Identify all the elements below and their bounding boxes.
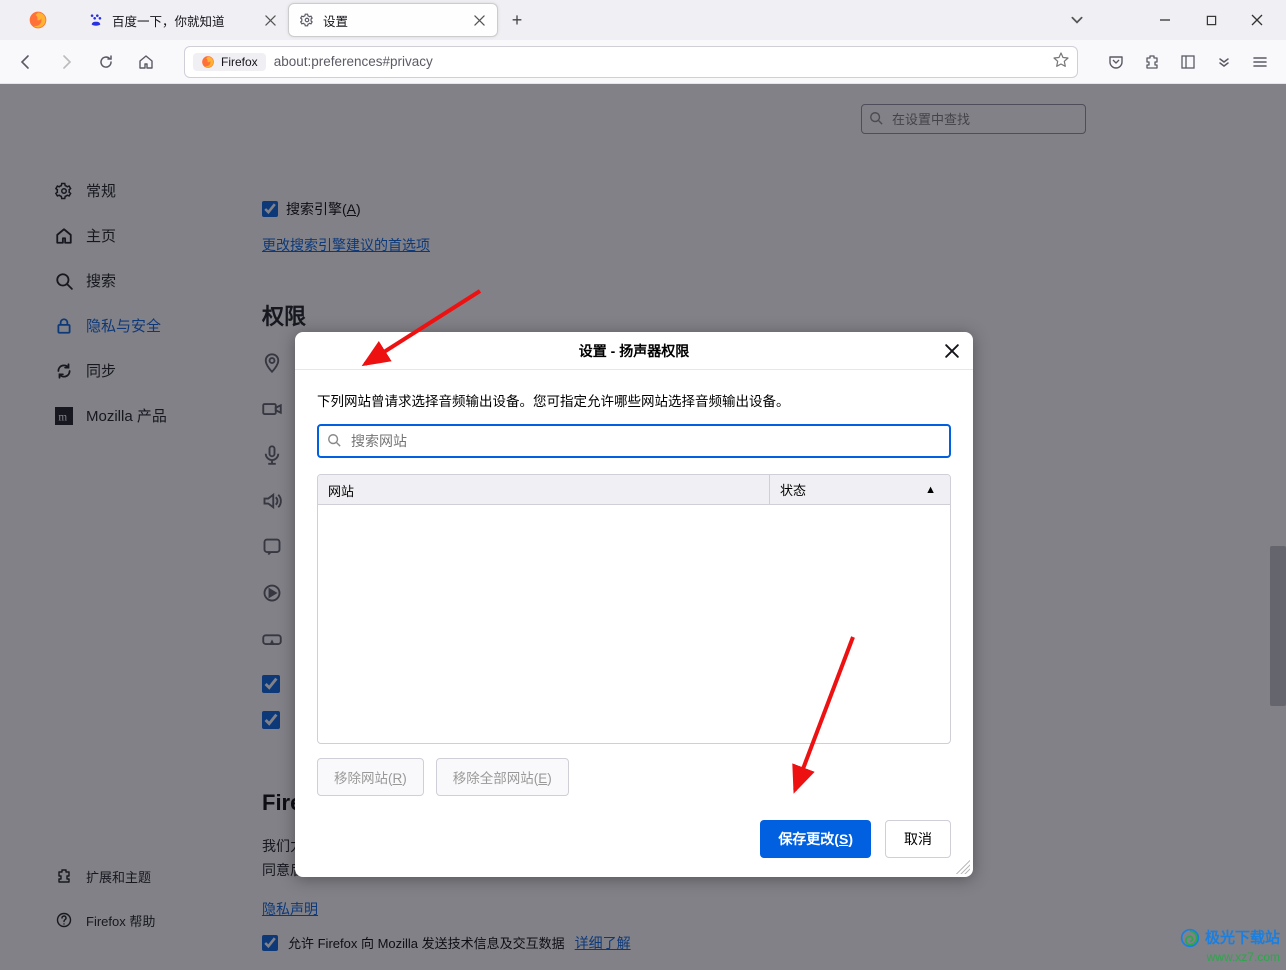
dialog-left-actions: 移除网站(R) 移除全部网站(E) bbox=[317, 758, 951, 796]
dialog-description: 下列网站曾请求选择音频输出设备。您可指定允许哪些网站选择音频输出设备。 bbox=[317, 390, 951, 410]
back-button[interactable] bbox=[10, 46, 42, 78]
extensions-icon[interactable] bbox=[1136, 46, 1168, 78]
tab-baidu[interactable]: 百度一下，你就知道 bbox=[78, 3, 288, 37]
tab-label: 百度一下，你就知道 bbox=[112, 11, 254, 30]
url-text: about:preferences#privacy bbox=[274, 54, 1045, 69]
dialog-close-button[interactable] bbox=[941, 340, 963, 362]
url-bar[interactable]: Firefox about:preferences#privacy bbox=[184, 46, 1078, 78]
pocket-icon[interactable] bbox=[1100, 46, 1132, 78]
dialog-header: 设置 - 扬声器权限 bbox=[295, 332, 973, 370]
maximize-button[interactable] bbox=[1188, 0, 1234, 40]
tab-label: 设置 bbox=[323, 11, 463, 30]
search-icon bbox=[327, 433, 341, 450]
speaker-permissions-dialog: 设置 - 扬声器权限 下列网站曾请求选择音频输出设备。您可指定允许哪些网站选择音… bbox=[295, 332, 973, 877]
minimize-button[interactable] bbox=[1142, 0, 1188, 40]
content-area: 常规 主页 搜索 隐私与安全 同步 m Mozilla 产品 扩展和主题 bbox=[0, 84, 1286, 970]
col-status[interactable]: 状态 ▲ bbox=[770, 475, 950, 504]
forward-button[interactable] bbox=[50, 46, 82, 78]
tabs-dropdown-icon[interactable] bbox=[1062, 5, 1092, 35]
toolbar-right bbox=[1100, 46, 1276, 78]
bookmark-star-icon[interactable] bbox=[1053, 52, 1069, 71]
app-menu-icon[interactable] bbox=[1244, 46, 1276, 78]
home-button[interactable] bbox=[130, 46, 162, 78]
table-header: 网站 状态 ▲ bbox=[318, 475, 950, 505]
resize-grip[interactable] bbox=[956, 860, 970, 874]
dialog-body: 下列网站曾请求选择音频输出设备。您可指定允许哪些网站选择音频输出设备。 网站 状… bbox=[295, 370, 973, 877]
sidebar-toggle-icon[interactable] bbox=[1172, 46, 1204, 78]
sort-arrow-icon: ▲ bbox=[925, 484, 936, 496]
window-controls bbox=[1142, 0, 1286, 40]
tab-settings[interactable]: 设置 bbox=[288, 3, 498, 37]
remove-all-button[interactable]: 移除全部网站(E) bbox=[436, 758, 569, 796]
dialog-title: 设置 - 扬声器权限 bbox=[579, 341, 689, 361]
reload-button[interactable] bbox=[90, 46, 122, 78]
dialog-right-actions: 保存更改(S) 取消 bbox=[760, 820, 951, 858]
tab-close-icon[interactable] bbox=[471, 12, 487, 28]
baidu-favicon-icon bbox=[88, 12, 104, 28]
gear-icon bbox=[299, 12, 315, 28]
close-window-button[interactable] bbox=[1234, 0, 1280, 40]
dialog-search-input[interactable] bbox=[317, 424, 951, 458]
new-tab-button[interactable]: + bbox=[502, 5, 532, 35]
cancel-button[interactable]: 取消 bbox=[885, 820, 951, 858]
save-button[interactable]: 保存更改(S) bbox=[760, 820, 871, 858]
tab-strip: 百度一下，你就知道 设置 + bbox=[78, 0, 1062, 40]
firefox-logo bbox=[20, 2, 56, 38]
col-status-label: 状态 bbox=[780, 480, 806, 499]
identity-label: Firefox bbox=[221, 55, 258, 69]
identity-chip[interactable]: Firefox bbox=[193, 53, 266, 71]
remove-site-button[interactable]: 移除网站(R) bbox=[317, 758, 424, 796]
tab-close-icon[interactable] bbox=[262, 12, 278, 28]
sites-table: 网站 状态 ▲ bbox=[317, 474, 951, 744]
navbar: Firefox about:preferences#privacy bbox=[0, 40, 1286, 84]
overflow-icon[interactable] bbox=[1208, 46, 1240, 78]
titlebar: 百度一下，你就知道 设置 + bbox=[0, 0, 1286, 40]
dialog-search-wrapper bbox=[317, 424, 951, 458]
col-site[interactable]: 网站 bbox=[318, 475, 770, 504]
